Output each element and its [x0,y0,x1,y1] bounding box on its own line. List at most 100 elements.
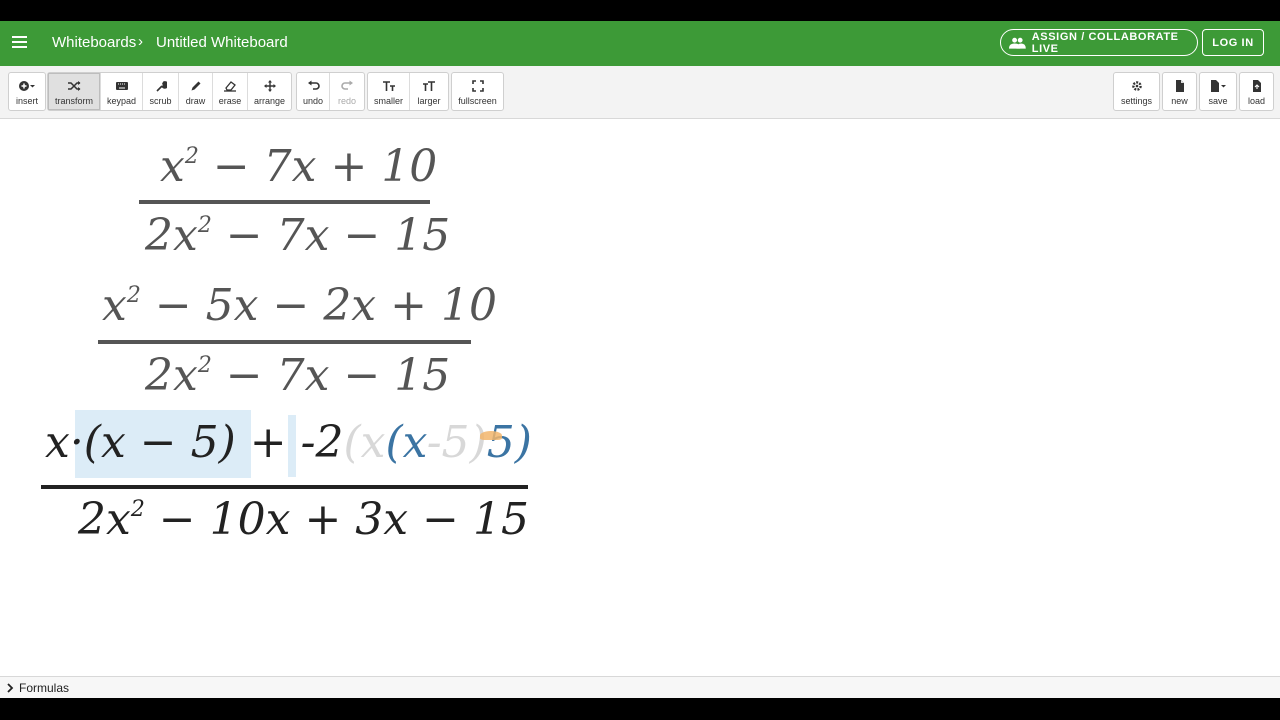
size-group: smaller larger [367,72,449,111]
keypad-label: keypad [106,96,137,106]
expr2-denominator[interactable]: 2x2 − 7x − 15 [145,350,450,401]
hamburger-menu-icon[interactable] [12,36,27,48]
save-file-icon [1211,80,1226,92]
arrange-label: arrange [253,96,286,106]
expr2-fraction-bar [98,340,471,344]
breadcrumb-whiteboards[interactable]: Whiteboards [52,34,136,51]
new-file-icon [1175,80,1184,92]
larger-label: larger [417,96,441,106]
login-button[interactable]: LOG IN [1202,29,1264,56]
expr1-den-2x: 2x [145,210,198,261]
expr1-denominator[interactable]: 2x2 − 7x − 15 [145,210,450,261]
formulas-toggle[interactable]: Formulas [6,681,69,695]
shuffle-icon [68,81,81,91]
save-group: save [1199,72,1237,111]
expr1-fraction-bar [139,200,430,204]
pencil-icon [191,81,200,91]
text-larger-icon [423,81,435,91]
erase-label: erase [218,96,242,106]
insert-label: insert [15,96,38,106]
expr3-numerator[interactable]: x·(x − 5) + -2(x(x-5)5) [45,417,532,468]
page-title: Untitled Whiteboard [156,34,288,51]
expr3-den-exponent: 2 [130,497,145,522]
scrub-label: scrub [149,96,172,106]
insert-button[interactable]: insert [9,73,45,110]
expr3-num-term[interactable]: + -2 [236,417,344,468]
expr1-den-rest: − 7x − 15 [211,210,451,261]
new-button[interactable]: new [1163,73,1196,110]
load-label: load [1247,96,1265,106]
chevron-right-icon [7,683,14,693]
expr2-num-rest: − 5x − 2x + 10 [140,280,497,331]
expr2-numerator[interactable]: x2 − 5x − 2x + 10 [102,280,497,331]
smaller-button[interactable]: smaller [368,73,410,110]
scrub-button[interactable]: scrub [143,73,179,110]
draw-label: draw [185,96,206,106]
whiteboard-canvas[interactable]: x2 − 7x + 10 2x2 − 7x − 15 x2 − 5x − 2x … [0,119,1280,676]
people-icon [1009,37,1026,49]
expr3-num-factored[interactable]: x·(x − 5) [45,417,236,468]
expr3-den-rest: − 10x + 3x − 15 [144,494,529,545]
expr1-num-exponent: 2 [184,144,199,169]
expr3-num-ghost-paren: (x [343,417,386,468]
expr2-num-exponent: 2 [126,283,141,308]
top-app-bar: Whiteboards › Untitled Whiteboard ASSIGN… [0,21,1280,66]
undo-label: undo [302,96,324,106]
expr2-num-x: x [102,280,127,331]
expr3-num-ghost-close: ) [469,417,487,468]
smaller-label: smaller [373,96,403,106]
expr2-den-rest: − 7x − 15 [211,350,451,401]
settings-button[interactable]: settings [1114,73,1159,110]
redo-icon [340,80,353,90]
settings-label: settings [1120,96,1153,106]
draw-button[interactable]: draw [179,73,213,110]
expr1-den-exponent: 2 [197,213,212,238]
fullscreen-group: fullscreen [451,72,504,111]
redo-button[interactable]: redo [330,73,364,110]
save-button[interactable]: save [1200,73,1236,110]
settings-group: settings [1113,72,1160,111]
mode-group: transform keypad scrub draw erase arrang… [47,72,292,111]
load-group: load [1239,72,1274,111]
assign-collaborate-button[interactable]: ASSIGN / COLLABORATE LIVE [1000,29,1198,56]
load-button[interactable]: load [1240,73,1273,110]
transform-button[interactable]: transform [48,73,101,110]
assign-collaborate-label: ASSIGN / COLLABORATE LIVE [1031,30,1179,55]
toolbar: insert transform keypad scrub draw erase… [0,66,1280,119]
expr3-num-dragged-paren[interactable]: (x [385,417,426,468]
text-smaller-icon [382,81,395,91]
expr3-num-ghost-five: -5 [426,417,470,468]
new-label: new [1171,96,1188,106]
undo-button[interactable]: undo [297,73,330,110]
expr1-num-x: x [160,141,185,192]
history-group: undo redo [296,72,365,111]
new-group: new [1162,72,1197,111]
fullscreen-button[interactable]: fullscreen [452,73,503,110]
keypad-button[interactable]: keypad [101,73,143,110]
expr2-den-2x: 2x [145,350,198,401]
drag-cursor-hand-icon [480,431,502,440]
add-circle-icon [19,81,35,91]
gear-icon [1131,81,1142,91]
expr3-num-dragged-five[interactable]: 5) [487,417,532,468]
wrench-icon [155,81,167,92]
fullscreen-label: fullscreen [458,96,497,106]
expr3-den-2x: 2x [78,494,131,545]
fullscreen-icon [471,80,484,92]
keyboard-icon [115,82,128,90]
load-file-icon [1252,80,1261,92]
formulas-label: Formulas [19,681,70,695]
redo-label: redo [337,96,356,106]
formulas-panel: Formulas [0,676,1280,698]
move-arrows-icon [263,80,276,92]
undo-icon [307,80,320,90]
expr1-numerator[interactable]: x2 − 7x + 10 [160,141,437,192]
larger-button[interactable]: larger [410,73,448,110]
arrange-button[interactable]: arrange [248,73,291,110]
insert-group: insert [8,72,46,111]
erase-button[interactable]: erase [213,73,248,110]
expr3-denominator[interactable]: 2x2 − 10x + 3x − 15 [78,494,529,545]
expr2-den-exponent: 2 [197,353,212,378]
breadcrumb-chevron-icon: › [138,33,143,50]
expr3-fraction-bar [41,485,528,489]
